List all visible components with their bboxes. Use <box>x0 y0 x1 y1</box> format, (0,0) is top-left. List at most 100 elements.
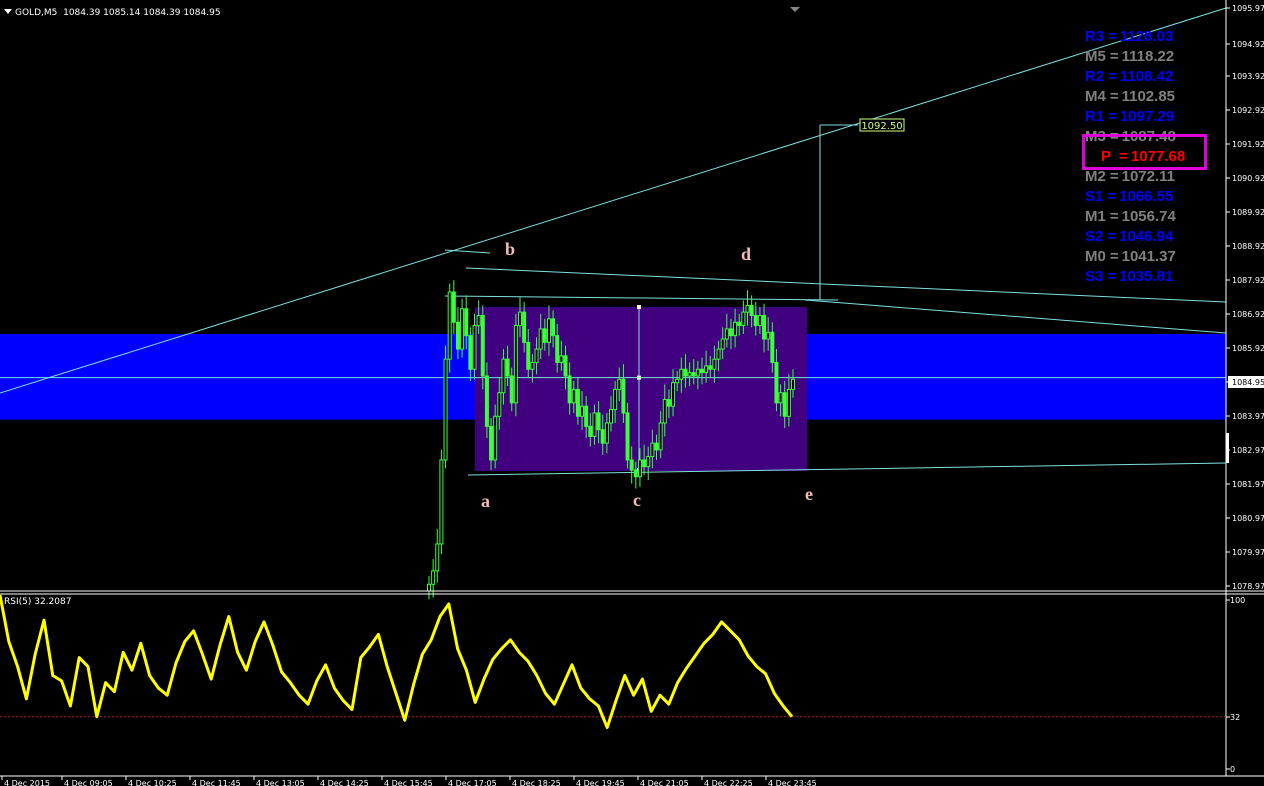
price-tick-label: 1079.97 <box>1232 548 1264 557</box>
candle-body <box>551 318 556 337</box>
candle-body <box>472 325 477 370</box>
pivot-equals: = <box>1109 167 1119 185</box>
price-tick-label: 1089.92 <box>1232 208 1264 217</box>
candle-body <box>580 405 585 417</box>
pivot-equals: = <box>1109 87 1119 105</box>
candle-body <box>637 459 642 478</box>
pivot-row-m0: M0 = 1041.37 <box>1085 246 1205 266</box>
rsi-indicator <box>0 594 1226 729</box>
price-tick-label: 1091.92 <box>1232 140 1264 149</box>
pivot-row-s2: S2 = 1046.94 <box>1085 226 1205 246</box>
pivot-equals: = <box>1108 27 1117 45</box>
pivot-row-m4: M4 = 1102.85 <box>1085 86 1205 106</box>
time-tick-label: 4 Dec 19:45 <box>576 779 625 786</box>
time-tick-label: 4 Dec 2015 <box>4 779 50 786</box>
candle-body <box>662 398 667 424</box>
candle-body <box>791 378 795 390</box>
candle-body <box>642 459 647 468</box>
pivot-key: R3 <box>1085 27 1105 45</box>
pivot-value: 1056.74 <box>1121 207 1176 225</box>
candle-body <box>439 459 444 545</box>
rsi-tick-label: 0 <box>1230 765 1235 774</box>
candle-body <box>629 459 634 471</box>
pivot-row-s1: S1 = 1066.55 <box>1085 186 1205 206</box>
pivot-value: 1046.94 <box>1119 227 1174 245</box>
candle-body <box>600 429 605 444</box>
time-tick-label: 4 Dec 22:25 <box>704 779 753 786</box>
candle-body <box>571 388 576 404</box>
candle-body <box>778 392 783 404</box>
candle-body <box>435 543 440 572</box>
candle-body <box>770 331 775 364</box>
candle-body <box>737 321 742 327</box>
candle-body <box>592 412 597 437</box>
candle-body <box>480 314 485 377</box>
candle-body <box>584 405 589 427</box>
time-tick-label: 4 Dec 09:05 <box>64 779 113 786</box>
candle-body <box>443 358 448 461</box>
candle-body <box>757 314 762 327</box>
candle-body <box>633 469 638 478</box>
pivot-value: 1118.22 <box>1121 47 1175 65</box>
candle-body <box>695 368 700 377</box>
candle-body <box>575 388 580 417</box>
candle-body <box>455 321 460 350</box>
candle-body <box>431 570 436 585</box>
pivot-highlight-box <box>1082 134 1207 170</box>
price-tick-label: 1090.92 <box>1232 174 1264 183</box>
dropdown-triangle-icon[interactable] <box>4 9 12 14</box>
candle-body <box>447 291 452 360</box>
candle-body <box>687 372 692 377</box>
pivot-key: R2 <box>1085 67 1105 85</box>
rsi-tick-label: 32 <box>1230 713 1240 722</box>
candle-body <box>484 375 489 427</box>
price-tick-label: 1084.95 <box>1232 378 1264 387</box>
candle-body <box>786 388 791 417</box>
pivot-key: M0 <box>1085 247 1106 265</box>
candle-body <box>654 442 659 451</box>
pivot-key: S1 <box>1085 187 1104 205</box>
time-tick-label: 4 Dec 13:05 <box>256 779 305 786</box>
pivot-value: 1102.85 <box>1121 87 1176 105</box>
candle-body <box>609 409 613 424</box>
pivot-key: M5 <box>1085 47 1106 65</box>
pivot-row-m5: M5 = 1118.22 <box>1085 46 1205 66</box>
pivot-value: 1041.37 <box>1121 247 1176 265</box>
candle-body <box>728 328 733 337</box>
candle-body <box>782 392 787 417</box>
symbol-timeframe: GOLD,M5 <box>15 8 58 18</box>
pivot-equals: = <box>1109 207 1119 225</box>
candle-body <box>509 375 514 404</box>
scroll-marker-icon <box>790 7 800 12</box>
pivot-row-r1: R1 = 1097.29 <box>1085 106 1205 126</box>
price-tick-label: 1085.92 <box>1232 344 1264 353</box>
candle-body <box>513 325 518 404</box>
price-tick-label: 1088.92 <box>1232 242 1264 251</box>
candle-body <box>733 321 738 337</box>
price-tick-label: 1092.92 <box>1232 106 1264 115</box>
time-tick-label: 4 Dec 23:45 <box>768 779 817 786</box>
pivot-equals: = <box>1108 67 1117 85</box>
time-tick-label: 4 Dec 18:25 <box>512 779 561 786</box>
candle-body <box>559 355 564 364</box>
pivot-row-r2: R2 = 1108.42 <box>1085 66 1205 86</box>
time-tick-label: 4 Dec 14:25 <box>320 779 369 786</box>
price-tick-label: 1080.97 <box>1232 514 1264 523</box>
price-tick-label: 1093.92 <box>1232 72 1264 81</box>
pivot-row-r3: R3 = 1128.03 <box>1085 26 1205 46</box>
wave-label-d: d <box>741 244 752 264</box>
candle-body <box>530 362 535 370</box>
pivot-key: M2 <box>1085 167 1106 185</box>
candle-body <box>588 425 593 437</box>
candle-body <box>555 335 560 364</box>
pivot-key: M4 <box>1085 87 1106 105</box>
candle-body <box>658 422 663 451</box>
candle-body <box>489 425 494 461</box>
candle-body <box>613 388 618 411</box>
candle-body <box>753 314 758 327</box>
candle-body <box>497 392 502 417</box>
price-tick-label: 1095.97 <box>1232 4 1264 13</box>
pivot-value: 1108.42 <box>1119 67 1174 85</box>
pivot-value: 1066.55 <box>1119 187 1174 205</box>
candle-body <box>460 308 465 350</box>
